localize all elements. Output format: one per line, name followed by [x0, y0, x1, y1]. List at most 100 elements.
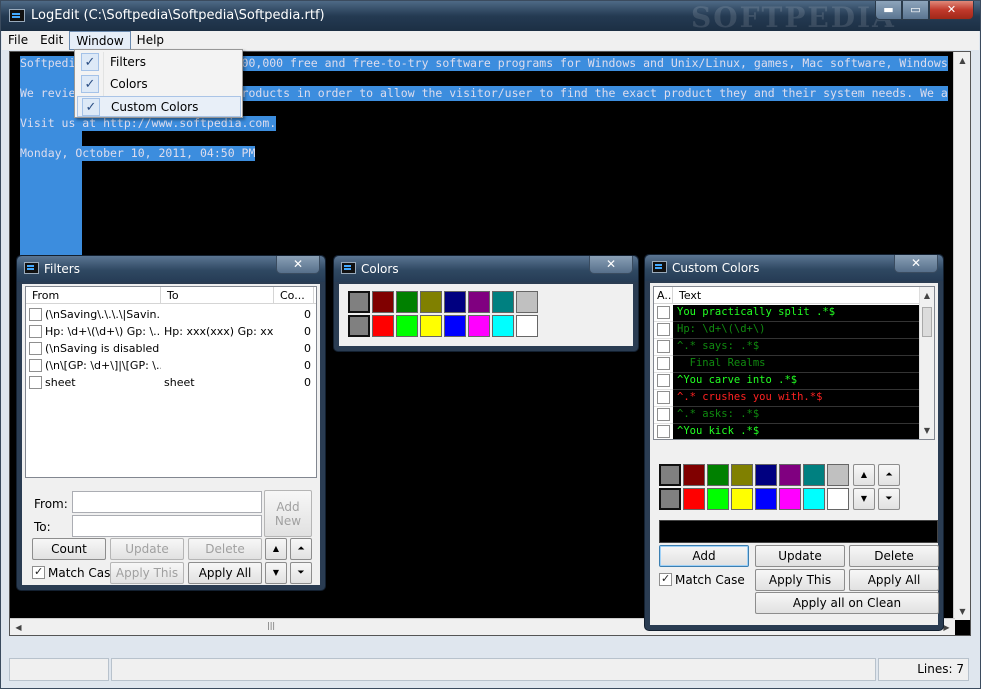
color-swatch[interactable]	[659, 464, 681, 486]
rule-enable-checkbox[interactable]	[657, 408, 670, 421]
column-text[interactable]: Text	[673, 287, 920, 304]
color-swatch[interactable]	[755, 464, 777, 486]
editor-line[interactable]: Monday, October 10, 2011, 04:50 PM	[20, 146, 256, 161]
color-swatch[interactable]	[492, 291, 514, 313]
apply-all-button[interactable]: Apply All	[188, 562, 262, 584]
apply-all-on-clean-button[interactable]: Apply all on Clean	[755, 592, 939, 614]
scroll-up-arrow-icon[interactable]: ▲	[920, 287, 934, 304]
color-swatch[interactable]	[731, 488, 753, 510]
rule-enable-checkbox[interactable]	[657, 374, 670, 387]
editor-line[interactable]: Visit us at http://www.softpedia.com.	[20, 116, 277, 131]
minimize-button[interactable]: ▬	[875, 1, 902, 20]
color-swatch[interactable]	[468, 315, 490, 337]
list-item[interactable]: Hp: \d+\(\d+\) Gp: \... Hp: xxx(xxx) Gp:…	[26, 323, 314, 340]
list-item[interactable]: (\n\[GP: \d+\]|\[GP: \... 0	[26, 357, 314, 374]
list-item[interactable]: ^You carve into .*$	[654, 373, 920, 390]
apply-all-button[interactable]: Apply All	[849, 569, 939, 591]
color-swatch[interactable]	[683, 464, 705, 486]
list-item[interactable]: ^You kick .*$	[654, 424, 920, 439]
move-down-button[interactable]: ▼	[265, 562, 287, 584]
scroll-up-arrow-icon[interactable]: ▲	[954, 52, 970, 69]
filters-list[interactable]: From To Co... (\nSaving\.\.\.\|Savin... …	[25, 286, 317, 478]
rule-enable-checkbox[interactable]	[657, 357, 670, 370]
match-case-checkbox[interactable]	[659, 572, 672, 586]
apply-this-button[interactable]: Apply This	[755, 569, 845, 591]
app-icon[interactable]	[9, 9, 25, 22]
delete-button[interactable]: Delete	[849, 545, 939, 567]
color-swatch[interactable]	[516, 291, 538, 313]
move-top-button[interactable]: ⏶	[878, 464, 900, 486]
filters-panel-titlebar[interactable]: Filters ✕	[17, 256, 325, 282]
filters-close-button[interactable]: ✕	[276, 256, 320, 274]
scrollbar-grip-icon[interactable]: |||	[267, 621, 275, 630]
move-bottom-button[interactable]: ⏷	[878, 488, 900, 510]
color-swatch[interactable]	[420, 315, 442, 337]
color-swatch[interactable]	[396, 315, 418, 337]
list-item[interactable]: You practically split .*$	[654, 305, 920, 322]
update-button[interactable]: Update	[755, 545, 845, 567]
menu-window[interactable]: Window	[69, 31, 131, 50]
rule-enable-checkbox[interactable]	[657, 391, 670, 404]
column-active[interactable]: A..	[654, 287, 673, 304]
list-item[interactable]: Hp: \d+\(\d+\)	[654, 322, 920, 339]
color-swatch[interactable]	[444, 315, 466, 337]
color-swatch[interactable]	[707, 488, 729, 510]
editor-vertical-scrollbar[interactable]: ▲ ▼	[953, 52, 970, 620]
column-count[interactable]: Co...	[274, 287, 314, 304]
menu-file[interactable]: File	[2, 31, 34, 50]
to-input[interactable]	[72, 515, 262, 537]
list-item[interactable]: ^.* crushes you with.*$	[654, 390, 920, 407]
color-swatch[interactable]	[348, 315, 370, 337]
color-swatch[interactable]	[779, 488, 801, 510]
colors-panel-titlebar[interactable]: Colors ✕	[334, 256, 638, 282]
color-swatch[interactable]	[348, 291, 370, 313]
colors-close-button[interactable]: ✕	[589, 256, 633, 274]
rule-enable-checkbox[interactable]	[657, 306, 670, 319]
rule-enable-checkbox[interactable]	[657, 323, 670, 336]
move-down-button[interactable]: ▼	[853, 488, 875, 510]
scroll-down-arrow-icon[interactable]: ▼	[954, 603, 970, 620]
menu-help[interactable]: Help	[131, 31, 170, 50]
color-swatch[interactable]	[396, 291, 418, 313]
column-to[interactable]: To	[161, 287, 274, 304]
menu-edit[interactable]: Edit	[34, 31, 69, 50]
add-new-button[interactable]: Add New	[264, 490, 312, 537]
color-swatch[interactable]	[516, 315, 538, 337]
filter-enable-checkbox[interactable]	[29, 307, 42, 321]
custom-colors-panel-titlebar[interactable]: Custom Colors ✕	[645, 255, 943, 281]
list-item[interactable]: sheet sheet 0	[26, 374, 314, 391]
filter-enable-checkbox[interactable]	[29, 375, 42, 389]
color-swatch[interactable]	[827, 464, 849, 486]
filter-enable-checkbox[interactable]	[29, 341, 42, 355]
delete-button[interactable]: Delete	[188, 538, 262, 560]
custom-colors-list[interactable]: A.. Text You practically split .*$ Hp: \d…	[653, 286, 935, 440]
add-button[interactable]: Add	[659, 545, 749, 567]
column-from[interactable]: From	[26, 287, 161, 304]
color-swatch[interactable]	[420, 291, 442, 313]
rule-enable-checkbox[interactable]	[657, 425, 670, 438]
color-swatch[interactable]	[492, 315, 514, 337]
match-case-checkbox-wrap[interactable]: Match Case	[32, 565, 118, 580]
filter-enable-checkbox[interactable]	[29, 324, 42, 338]
match-case-checkbox[interactable]	[32, 565, 45, 579]
list-item[interactable]: (\nSaving is disabled ... 0	[26, 340, 314, 357]
color-swatch[interactable]	[803, 464, 825, 486]
list-item[interactable]: ^.* says: .*$	[654, 339, 920, 356]
maximize-button[interactable]: ▭	[902, 1, 929, 20]
menu-item-colors[interactable]: ✓ Colors	[77, 74, 241, 95]
scroll-left-arrow-icon[interactable]: ◀	[10, 619, 27, 635]
filter-enable-checkbox[interactable]	[29, 358, 42, 372]
color-swatch[interactable]	[659, 488, 681, 510]
scrollbar-thumb[interactable]	[922, 307, 932, 337]
color-swatch[interactable]	[683, 488, 705, 510]
list-item[interactable]: Final Realms	[654, 356, 920, 373]
close-button[interactable]: ✕	[929, 1, 974, 20]
color-swatch[interactable]	[755, 488, 777, 510]
color-swatch[interactable]	[731, 464, 753, 486]
custom-color-preview-input[interactable]	[659, 520, 938, 543]
color-swatch[interactable]	[827, 488, 849, 510]
update-button[interactable]: Update	[110, 538, 184, 560]
from-input[interactable]	[72, 491, 262, 513]
color-swatch[interactable]	[372, 315, 394, 337]
color-swatch[interactable]	[444, 291, 466, 313]
